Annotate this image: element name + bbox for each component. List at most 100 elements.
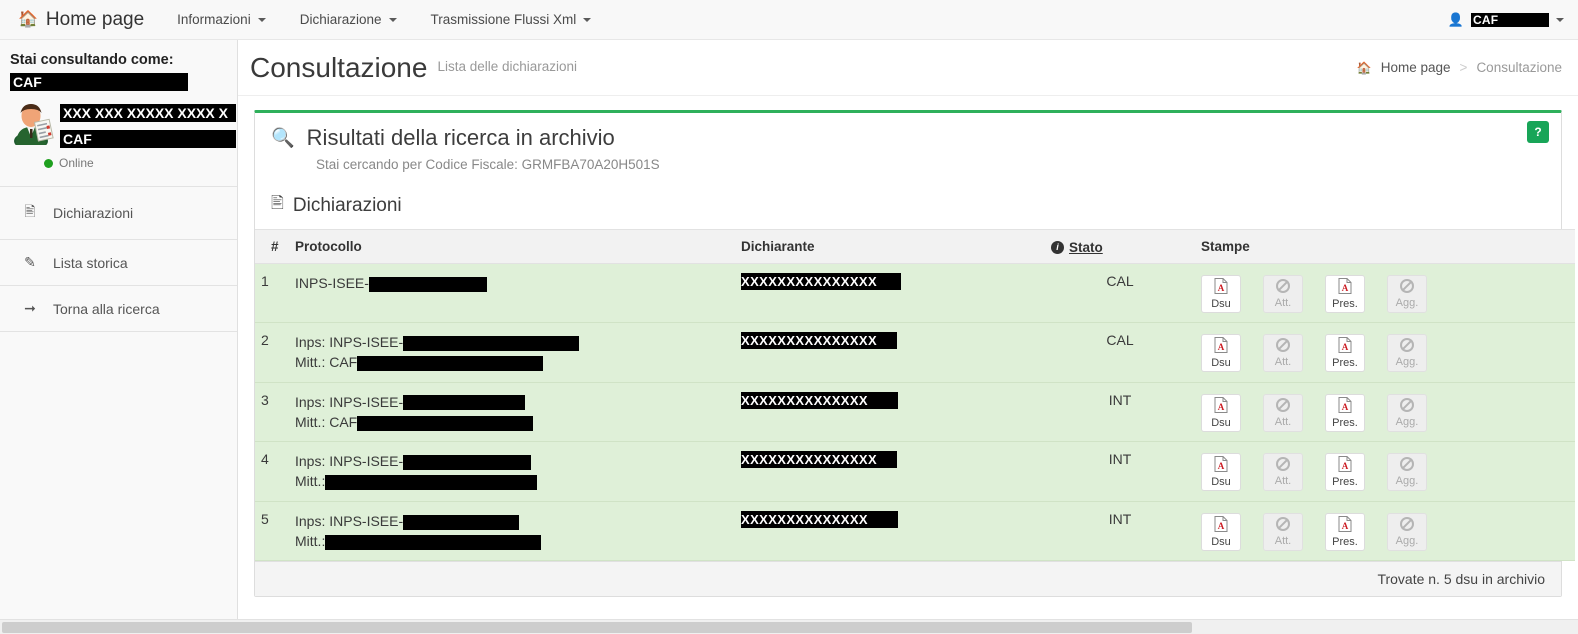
document-icon: 🖹 [271,195,284,212]
cell-stato: INT [1108,510,1132,527]
action-button-dsu[interactable]: A Dsu [1201,512,1241,551]
home-icon: 🏠 [18,10,38,28]
cell-protocollo: Inps: INPS-ISEE- Mitt.: CAF [289,382,735,442]
cell-num: 3 [261,391,269,408]
pdf-icon: A [1338,515,1352,535]
action-button-label: Att. [1274,415,1292,428]
action-button-dsu[interactable]: A Dsu [1201,453,1241,492]
action-button-pres[interactable]: A Pres. [1325,275,1365,313]
col-header-stato-label: Stato [1069,240,1103,255]
action-buttons: A Dsu Att. A Pres. Agg. [1201,392,1569,432]
magnifier-icon: 🔍 [271,128,295,149]
cell-stato: INT [1108,391,1132,408]
brand-home-link[interactable]: 🏠 Home page [0,0,160,40]
redaction-bar [403,514,520,530]
panel-title-row: 🔍 Risultati della ricerca in archivio [271,125,1545,151]
main-content: Consultazione Lista delle dichiarazioni … [238,40,1578,634]
protocollo-prefix: INPS-ISEE- [295,275,369,291]
cell-dichiarante: XXXXXXXXXXXXXXX [735,264,1045,323]
cell-dichiarante: XXXXXXXXXXXXXXX [735,323,1045,383]
action-button-pres[interactable]: A Pres. [1325,512,1365,551]
nav-item-dichiarazione[interactable]: Dichiarazione [283,0,414,40]
action-button-label: Pres. [1332,535,1358,548]
dichiarante-redacted: XXXXXXXXXXXXXXX [741,273,902,290]
pdf-icon: A [1214,456,1228,475]
sidebar-role-redacted: CAF [60,130,236,148]
action-button-agg: Agg. [1387,275,1427,313]
action-button-label: Pres. [1332,476,1358,489]
action-button-label: Agg. [1395,356,1419,368]
action-button-pres[interactable]: A Pres. [1325,334,1365,372]
col-header-num: # [255,229,289,264]
action-button-label: Att. [1274,356,1292,368]
action-button-agg: Agg. [1387,334,1427,372]
horizontal-scrollbar[interactable] [0,619,1578,634]
redaction-bar [403,395,526,411]
pdf-icon: A [1214,396,1228,416]
action-button-att: Att. [1263,512,1303,551]
sidebar-item-label: Torna alla ricerca [53,300,160,317]
stato-tooltip-link[interactable]: i Stato [1051,240,1103,255]
status-badge: Online [10,156,227,170]
sidebar-item-dichiarazioni[interactable]: 🖹 Dichiarazioni [0,187,237,240]
pdf-icon: A [1214,515,1228,535]
ban-icon [1400,397,1414,415]
scrollbar-thumb[interactable] [2,622,1192,633]
action-buttons: A Dsu Att. A Pres. Agg. [1201,511,1569,551]
user-menu[interactable]: 👤 CAF [1448,0,1578,40]
chevron-down-icon [1556,17,1564,22]
action-button-agg: Agg. [1387,453,1427,492]
svg-text:A: A [1342,283,1349,293]
action-button-label: Dsu [1211,357,1231,369]
avatar [10,101,54,145]
sidebar-item-label: Dichiarazioni [53,205,134,221]
panel-title: Risultati della ricerca in archivio [306,125,615,150]
sidebar-heading: Stai consultando come: [10,52,174,68]
action-button-label: Att. [1274,475,1292,488]
action-button-dsu[interactable]: A Dsu [1201,393,1241,432]
nav-item-label: Trasmissione Flussi Xml [430,11,577,27]
protocollo-prefix: Inps: INPS-ISEE- [295,453,404,470]
user-menu-label: CAF [1471,12,1549,27]
sidebar-username-redacted: XXX XXX XXXXX XXXX X [60,104,236,122]
status-dot-icon [44,158,53,168]
pdf-icon: A [1338,456,1352,475]
chevron-down-icon [583,17,592,22]
sidebar-item-lista-storica[interactable]: ✎ Lista storica [0,240,237,286]
action-button-pres[interactable]: A Pres. [1325,393,1365,432]
protocollo-line-inps: INPS-ISEE- [295,273,729,293]
action-button-att: Att. [1263,275,1303,313]
ban-icon [1400,457,1414,474]
redaction-bar [325,475,538,491]
action-buttons: A Dsu Att. A Pres. Agg. [1201,273,1569,313]
sidebar-item-torna-alla-ricerca[interactable]: ➞ Torna alla ricerca [0,286,237,332]
nav-item-label: Informazioni [177,11,251,27]
cell-stampe: A Dsu Att. A Pres. Agg. [1195,382,1575,442]
action-button-label: Agg. [1395,534,1419,547]
mittente-prefix: Mitt.: [295,473,326,490]
cell-num: 2 [261,332,269,348]
action-button-pres[interactable]: A Pres. [1325,453,1365,492]
cell-dichiarante: XXXXXXXXXXXXXX [735,501,1045,561]
action-button-label: Pres. [1332,298,1358,310]
nav-item-trasmissione-flussi-xml[interactable]: Trasmissione Flussi Xml [414,0,609,40]
help-button[interactable]: ? [1527,121,1549,143]
ban-icon [1276,457,1290,474]
cell-num: 4 [261,451,269,468]
col-header-protocollo: Protocollo [289,229,735,264]
action-button-dsu[interactable]: A Dsu [1201,275,1241,313]
action-button-label: Dsu [1211,476,1231,489]
action-button-label: Pres. [1332,357,1358,369]
ban-icon [1276,338,1290,355]
sidebar-user-block: Stai consultando come: CAF XXX XXX XXXXX… [0,40,237,170]
panel-header: 🔍 Risultati della ricerca in archivio St… [255,113,1561,186]
mittente-prefix: Mitt.: CAF [295,413,358,430]
ban-icon [1400,279,1414,296]
action-button-dsu[interactable]: A Dsu [1201,334,1241,372]
breadcrumb-home-link[interactable]: Home page [1381,60,1451,75]
dichiarante-redacted: XXXXXXXXXXXXXXX [741,332,898,349]
top-navbar: 🏠 Home page Informazioni Dichiarazione T… [0,0,1578,40]
nav-item-informazioni[interactable]: Informazioni [160,0,283,40]
table-row: 1 INPS-ISEE- XXXXXXXXXXXXXXX CAL A Dsu Att. A Pr… [255,263,1575,323]
table-row: 2 Inps: INPS-ISEE- Mitt.: CAF XXXXXXXXXXXXX… [255,322,1575,383]
